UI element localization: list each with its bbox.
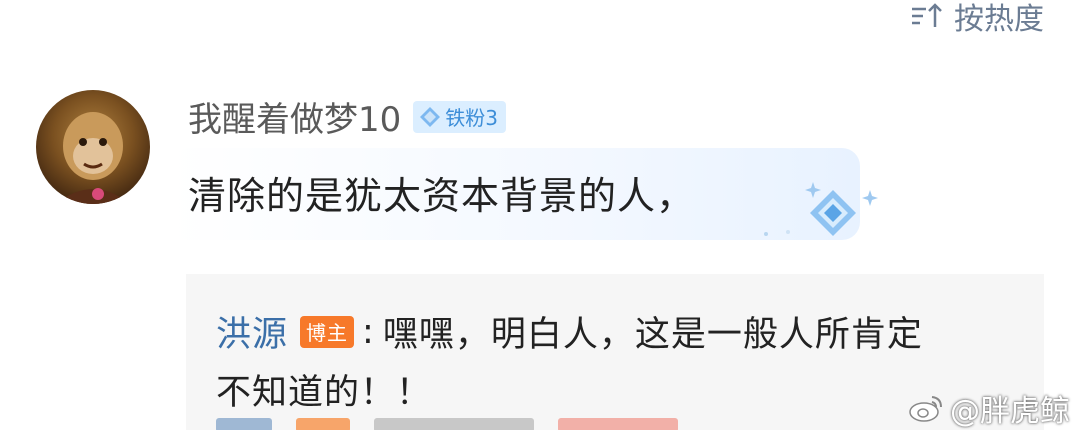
watermark-text: @胖虎鲸 [950,394,1070,429]
fan-badge[interactable]: 铁粉3 [413,100,506,133]
watermark: @胖虎鲸 [908,386,1070,430]
reply-first-line: 洪源 博主 : 嘿嘿，明白人，这是一般人所肯定 [216,306,923,357]
comment-thread: 按热度 我醒着做梦10 铁粉3 清除的是犹太资本背景的人， 洪源 博主: 嘿嘿… [0,0,1080,430]
weibo-logo-icon [909,396,942,422]
comment-text: 清除的是犹太资本背景的人， [188,174,696,218]
reply-separator: : [362,311,375,352]
reply-text-line2: 不知道的！！ [216,373,433,413]
reply-text-line1: 嘿嘿，明白人，这是一般人所肯定 [382,315,923,355]
fan-badge-label: 铁粉3 [445,106,498,130]
reply-author[interactable]: 洪源 [216,306,288,357]
sort-by-hot-button[interactable]: 按热度 [910,0,1044,38]
sort-icon [912,3,942,27]
comment-header: 我醒着做梦10 铁粉3 [188,92,506,141]
next-reply-preview [216,418,678,430]
blogger-badge: 博主 [300,315,355,348]
diamond-decoration-icon [764,182,878,236]
username[interactable]: 我醒着做梦10 [188,92,401,141]
avatar-image [56,112,130,204]
avatar[interactable] [36,90,150,204]
diamond-icon [420,106,441,127]
sort-label: 按热度 [954,2,1044,37]
